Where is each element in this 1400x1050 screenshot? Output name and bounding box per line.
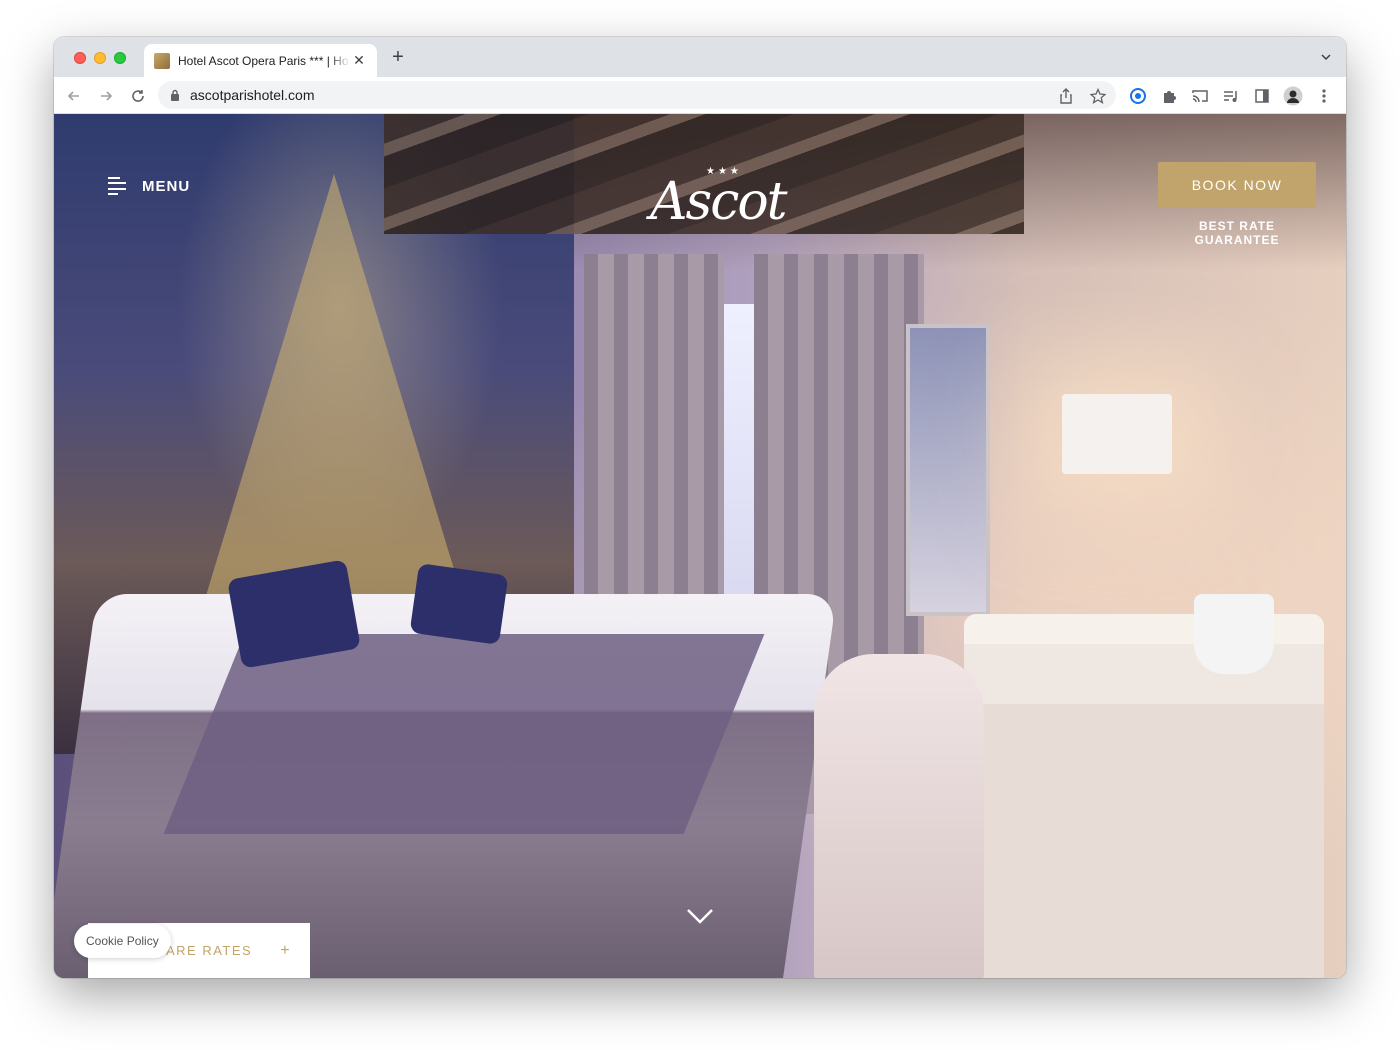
scroll-down-chevron-icon[interactable] <box>686 906 714 926</box>
compare-rates-label: ARE RATES <box>166 943 253 958</box>
menu-label: MENU <box>142 177 191 195</box>
table-lamp <box>1062 394 1172 474</box>
browser-window: Hotel Ascot Opera Paris *** | Hotel ✕ + … <box>54 37 1346 978</box>
reload-button[interactable] <box>128 86 148 106</box>
forward-arrow-icon <box>101 91 113 101</box>
back-arrow-icon <box>67 91 79 101</box>
best-rate-guarantee: BEST RATE GUARANTEE <box>1194 219 1280 247</box>
extensions-puzzle-icon[interactable] <box>1159 86 1179 106</box>
browser-menu-icon[interactable] <box>1314 86 1334 106</box>
minimize-window-button[interactable] <box>94 52 106 64</box>
tab-title: Hotel Ascot Opera Paris *** | Hotel <box>178 53 350 68</box>
browser-tab-active[interactable]: Hotel Ascot Opera Paris *** | Hotel ✕ <box>144 44 377 77</box>
tufted-chair <box>814 654 984 978</box>
maximize-window-button[interactable] <box>114 52 126 64</box>
close-tab-icon[interactable]: ✕ <box>351 52 367 69</box>
tab-strip: Hotel Ascot Opera Paris *** | Hotel ✕ + <box>54 37 1346 77</box>
wall-mirror <box>906 324 990 616</box>
book-now-button[interactable]: BOOK NOW <box>1158 162 1316 208</box>
cushion <box>409 563 509 645</box>
back-button[interactable] <box>64 86 84 106</box>
hamburger-icon <box>108 177 126 195</box>
media-control-icon[interactable] <box>1221 86 1241 106</box>
cookie-policy-button[interactable]: Cookie Policy <box>74 924 171 958</box>
browser-toolbar: ascotparishotel.com <box>54 77 1346 114</box>
profile-avatar[interactable] <box>1283 86 1303 106</box>
tab-search-chevron-icon[interactable] <box>1320 51 1332 63</box>
address-bar[interactable]: ascotparishotel.com <box>158 81 1116 109</box>
logo-text: Ascot <box>650 172 788 232</box>
close-window-button[interactable] <box>74 52 86 64</box>
orchid-pot <box>1194 594 1274 674</box>
cast-icon[interactable] <box>1190 86 1210 106</box>
hero-section: MENU ★★★ Ascot BOOK NOW BEST RATE GUARAN… <box>54 114 1346 978</box>
extension-badge-icon[interactable] <box>1128 86 1148 106</box>
new-tab-button[interactable]: + <box>388 47 408 67</box>
reload-icon <box>132 90 144 102</box>
lock-icon <box>171 89 179 101</box>
menu-button[interactable]: MENU <box>106 176 190 196</box>
hotel-favicon-icon <box>154 52 170 69</box>
url-text: ascotparishotel.com <box>190 87 315 103</box>
vanity-desk <box>964 614 1324 978</box>
bookmark-star-icon[interactable] <box>1088 86 1108 106</box>
forward-button[interactable] <box>96 86 116 106</box>
side-panel-icon[interactable] <box>1252 86 1272 106</box>
share-icon[interactable] <box>1056 86 1076 106</box>
ascot-logo[interactable]: ★★★ Ascot <box>644 162 788 242</box>
compare-rates-plus-icon: + <box>280 941 292 959</box>
